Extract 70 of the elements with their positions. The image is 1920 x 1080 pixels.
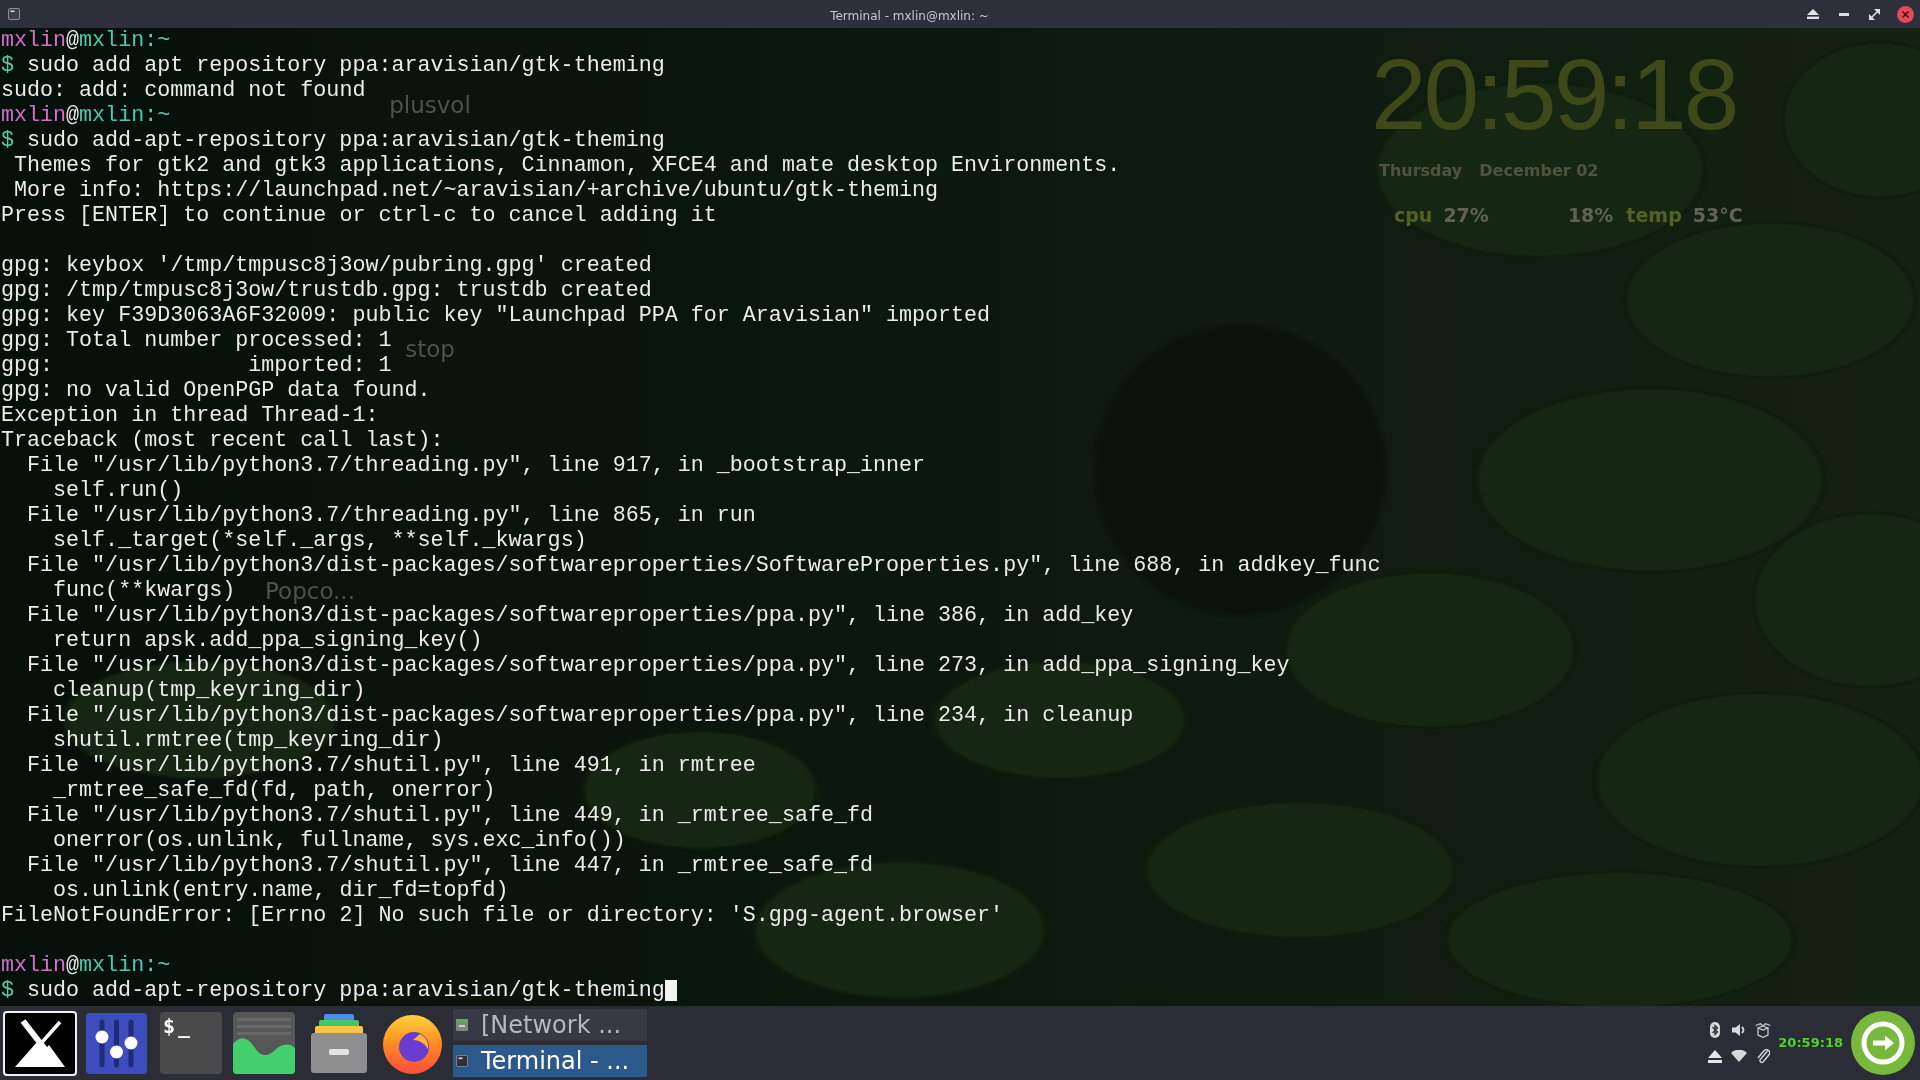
output-line: self._target(*self._args, **self._kwargs) — [53, 528, 587, 553]
speaker-icon[interactable] — [1732, 1023, 1747, 1037]
folder-icon — [456, 1019, 468, 1031]
prompt-symbol: $ — [1, 53, 14, 78]
output-line: cleanup(tmp_keyring_dir) — [53, 678, 366, 703]
eject-icon[interactable] — [1708, 1049, 1723, 1063]
stat-label: temp — [1626, 204, 1682, 226]
command-text: sudo add-apt-repository ppa:aravisian/gtk-theming — [27, 128, 665, 153]
tray-clock: 20:59:18 — [1778, 1035, 1843, 1051]
window-title: Terminal - mxlin@mxlin: ~ — [830, 8, 989, 23]
bluetooth-icon[interactable] — [1710, 1022, 1721, 1038]
output-line: gpg: Total number processed: 1 — [1, 328, 392, 353]
output-line: gpg: keybox '/tmp/tmpusc8j3ow/pubring.gpg' created — [1, 253, 652, 278]
output-line: File "/usr/lib/python3/dist-packages/softwareproperties/SoftwareProperties.py", line 688, in addkey_func — [27, 553, 1381, 578]
area-chart-icon[interactable] — [233, 1012, 295, 1074]
output-line: File "/usr/lib/python3/dist-packages/softwareproperties/ppa.py", line 234, in cleanup — [27, 703, 1134, 728]
output-line: gpg: key F39D3063A6F32009: public key "Launchpad PPA for Aravisian" imported — [1, 303, 991, 328]
arrow-circle-icon[interactable] — [1851, 1011, 1915, 1075]
output-line: gpg: no valid OpenPGP data found. — [1, 378, 431, 403]
output-line: Traceback (most recent call last): — [1, 428, 444, 453]
wifi-icon[interactable] — [1731, 1050, 1748, 1062]
output-line: File "/usr/lib/python3.7/threading.py", line 865, in run — [27, 503, 756, 528]
terminal-launcher[interactable]: $_ — [160, 1012, 222, 1074]
eject-icon — [1806, 9, 1819, 19]
terminal-icon — [456, 1055, 468, 1067]
output-line: gpg: /tmp/tmpusc8j3ow/trustdb.gpg: trustdb created — [1, 278, 652, 303]
globe-icon[interactable] — [382, 1012, 443, 1074]
command-text: sudo add-apt-repository ppa:aravisian/gtk-theming — [27, 978, 665, 1003]
output-line: func(**kwargs) — [53, 578, 236, 603]
output-line: File "/usr/lib/python3.7/shutil.py", line 449, in _rmtree_safe_fd — [27, 803, 873, 828]
prompt-line: mxlin@mxlin:~ — [1, 28, 171, 53]
output-line: File "/usr/lib/python3/dist-packages/softwareproperties/ppa.py", line 273, in add_ppa_signing_key — [27, 653, 1290, 678]
prompt-symbol: $ — [1, 978, 14, 1003]
stat-label: cpu — [1394, 204, 1433, 226]
output-line: shutil.rmtree(tmp_keyring_dir) — [53, 728, 444, 753]
output-line: File "/usr/lib/python3.7/threading.py", line 917, in _bootstrap_inner — [27, 453, 926, 478]
paperclip-icon[interactable] — [1756, 1048, 1770, 1064]
minus-icon — [1838, 12, 1849, 16]
x-logo-icon[interactable] — [3, 1010, 77, 1076]
output-line: Exception in thread Thread-1: — [1, 403, 379, 428]
weekday-label: Thursday — [1379, 161, 1463, 180]
taskbar-task[interactable]: Terminal - ... — [453, 1045, 647, 1077]
terminal-icon — [8, 8, 20, 20]
diagonal-arrows-icon — [1869, 8, 1880, 20]
prompt-symbol: $ — [1, 128, 14, 153]
output-line: File "/usr/lib/python3.7/shutil.py", line 447, in _rmtree_safe_fd — [27, 853, 873, 878]
output-line: More info: https://launchpad.net/~aravisian/+archive/ubuntu/gtk-theming — [14, 178, 939, 203]
output-line: Themes for gtk2 and gtk3 applications, Cinnamon, XFCE4 and mate desktop Environments. — [14, 153, 1121, 178]
output-line: sudo: add: command not found — [1, 78, 366, 103]
stat-value: 53°C — [1692, 204, 1743, 226]
output-line: return apsk.add_ppa_signing_key() — [53, 628, 483, 653]
sliders-icon[interactable] — [86, 1012, 147, 1074]
output-line: _rmtree_safe_fd(fd, path, onerror) — [53, 778, 496, 803]
output-line: FileNotFoundError: [Errno 2] No such file or directory: 'S.gpg-agent.browser' — [1, 903, 1004, 928]
output-line: self.run() — [53, 478, 184, 503]
stat-value: 18% — [1567, 204, 1614, 226]
date-label: December 02 — [1479, 161, 1599, 180]
package-icon[interactable] — [1755, 1022, 1772, 1038]
taskbar-task[interactable]: [Network ... — [453, 1009, 647, 1041]
prompt-line: mxlin@mxlin:~ — [1, 103, 171, 128]
output-line: gpg: imported: 1 — [1, 353, 392, 378]
stat-value: 27% — [1443, 204, 1489, 226]
command-text: sudo add apt repository ppa:aravisian/gtk-theming — [27, 53, 665, 78]
prompt-line: mxlin@mxlin:~ — [1, 953, 171, 978]
output-line: Press [ENTER] to continue or ctrl-c to cancel adding it — [1, 203, 717, 228]
output-line: os.unlink(entry.name, dir_fd=topfd) — [53, 878, 509, 903]
output-line: File "/usr/lib/python3.7/shutil.py", line 491, in rmtree — [27, 753, 756, 778]
output-line: onerror(os.unlink, fullname, sys.exc_info()) — [53, 828, 626, 853]
close-icon — [1897, 5, 1914, 23]
file-drawer-icon[interactable] — [308, 1012, 370, 1074]
